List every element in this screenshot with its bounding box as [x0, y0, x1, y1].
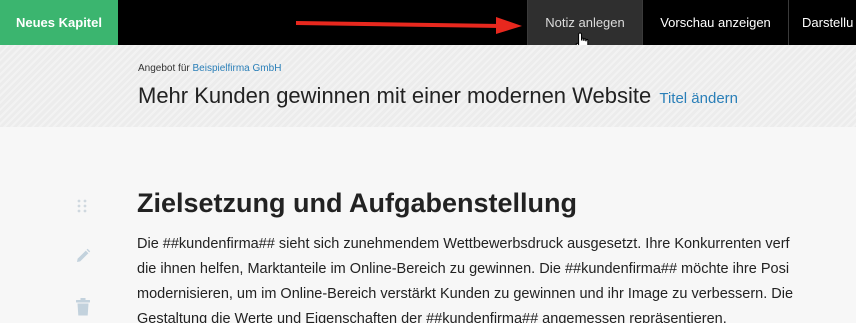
- page-title-text: Mehr Kunden gewinnen mit einer modernen …: [138, 83, 652, 108]
- preview-button[interactable]: Vorschau anzeigen: [642, 0, 788, 45]
- section-heading: Zielsetzung und Aufgabenstellung: [137, 188, 577, 218]
- company-link[interactable]: Beispielfirma GmbH: [193, 63, 282, 74]
- offer-prefix: Angebot für: [138, 63, 190, 74]
- body-line: Die ##kundenfirma## sieht sich zunehmend…: [137, 236, 790, 252]
- section-body[interactable]: Die ##kundenfirma## sieht sich zunehmend…: [137, 232, 856, 323]
- display-button[interactable]: Darstellu: [788, 0, 856, 45]
- rename-title-link[interactable]: Titel ändern: [659, 90, 738, 107]
- drag-handle-icon[interactable]: [75, 198, 89, 214]
- arrow-icon: [296, 17, 522, 34]
- pencil-icon[interactable]: [75, 248, 91, 264]
- trash-icon[interactable]: [75, 298, 91, 316]
- page-title: Mehr Kunden gewinnen mit einer modernen …: [138, 83, 738, 109]
- body-line: modernisieren, um im Online-Bereich vers…: [137, 286, 794, 302]
- body-line: Gestaltung die Werte und Eigenschaften d…: [137, 311, 727, 323]
- offer-line: Angebot für Beispielfirma GmbH: [138, 63, 281, 74]
- new-chapter-button[interactable]: Neues Kapitel: [0, 0, 118, 45]
- body-line: die ihnen helfen, Marktanteile im Online…: [137, 261, 790, 277]
